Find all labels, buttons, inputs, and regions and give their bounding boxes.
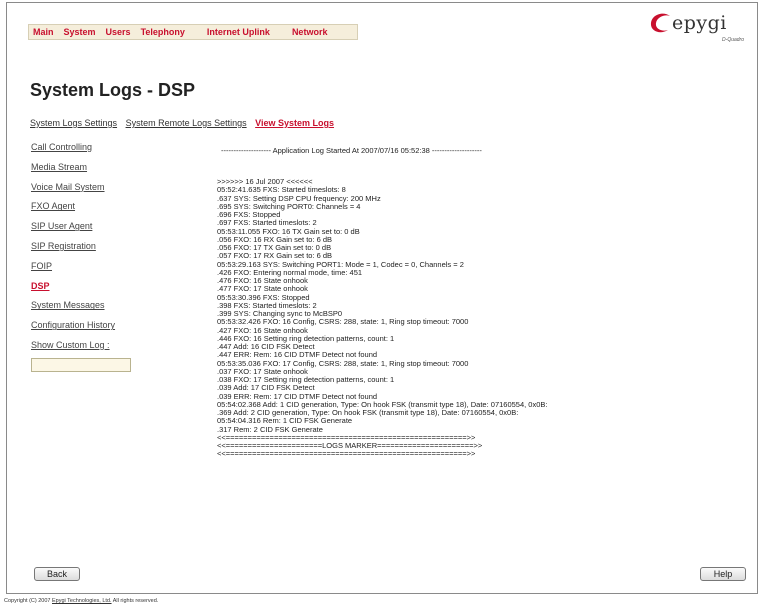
subtab-bar: System Logs Settings System Remote Logs … [30,118,340,128]
top-navigation: Main System Users Telephony Internet Upl… [28,24,358,40]
sidebar-item-media-stream[interactable]: Media Stream [31,158,141,178]
epygi-logo: epygi D-Quadro [638,10,748,50]
page-title: System Logs - DSP [30,80,196,100]
sidebar-item-call-controlling[interactable]: Call Controlling [31,138,141,158]
tab-system-remote-logs-settings[interactable]: System Remote Logs Settings [126,118,247,128]
sidebar-item-system-messages[interactable]: System Messages [31,296,141,316]
log-line: <<======================================… [217,449,476,459]
log-line: .695 SYS: Switching PORT0: Channels = 4 [217,201,361,211]
log-output: -------------------- Application Log Sta… [217,146,747,564]
nav-network[interactable]: Network [292,27,328,37]
tab-view-system-logs[interactable]: View System Logs [255,118,334,128]
nav-users[interactable]: Users [106,27,131,37]
log-header: -------------------- Application Log Sta… [221,146,482,155]
footer-company-link[interactable]: Epygi Technologies, Ltd. [52,598,112,604]
sidebar-item-voice-mail-system[interactable]: Voice Mail System [31,178,141,198]
copyright-footer: Copyright (C) 2007 Epygi Technologies, L… [4,598,158,604]
sidebar-item-dsp[interactable]: DSP [31,277,141,297]
back-button[interactable]: Back [34,567,80,581]
log-type-sidebar: Call Controlling Media Stream Voice Mail… [31,138,141,372]
logo-wordmark: epygi [672,12,727,34]
epygi-swoosh-icon [650,13,670,33]
sidebar-item-fxo-agent[interactable]: FXO Agent [31,197,141,217]
sidebar-item-sip-user-agent[interactable]: SIP User Agent [31,217,141,237]
logo-product-name: D-Quadro [722,37,744,43]
nav-system[interactable]: System [64,27,96,37]
custom-log-input[interactable] [31,357,131,372]
nav-main[interactable]: Main [33,27,54,37]
sidebar-item-show-custom-log[interactable]: Show Custom Log : [31,336,141,356]
footer-prefix: Copyright (C) 2007 [4,598,52,604]
sidebar-item-sip-registration[interactable]: SIP Registration [31,237,141,257]
sidebar-item-configuration-history[interactable]: Configuration History [31,316,141,336]
tab-system-logs-settings[interactable]: System Logs Settings [30,118,117,128]
help-button[interactable]: Help [700,567,746,581]
footer-suffix: All rights reserved. [111,598,159,604]
nav-internet-uplink[interactable]: Internet Uplink [207,27,270,37]
log-lines: >>>>>> 16 Jul 2007 <<<<<< 05:52:41.635 FX… [217,177,747,459]
sidebar-item-foip[interactable]: FOIP [31,257,141,277]
nav-telephony[interactable]: Telephony [141,27,185,37]
